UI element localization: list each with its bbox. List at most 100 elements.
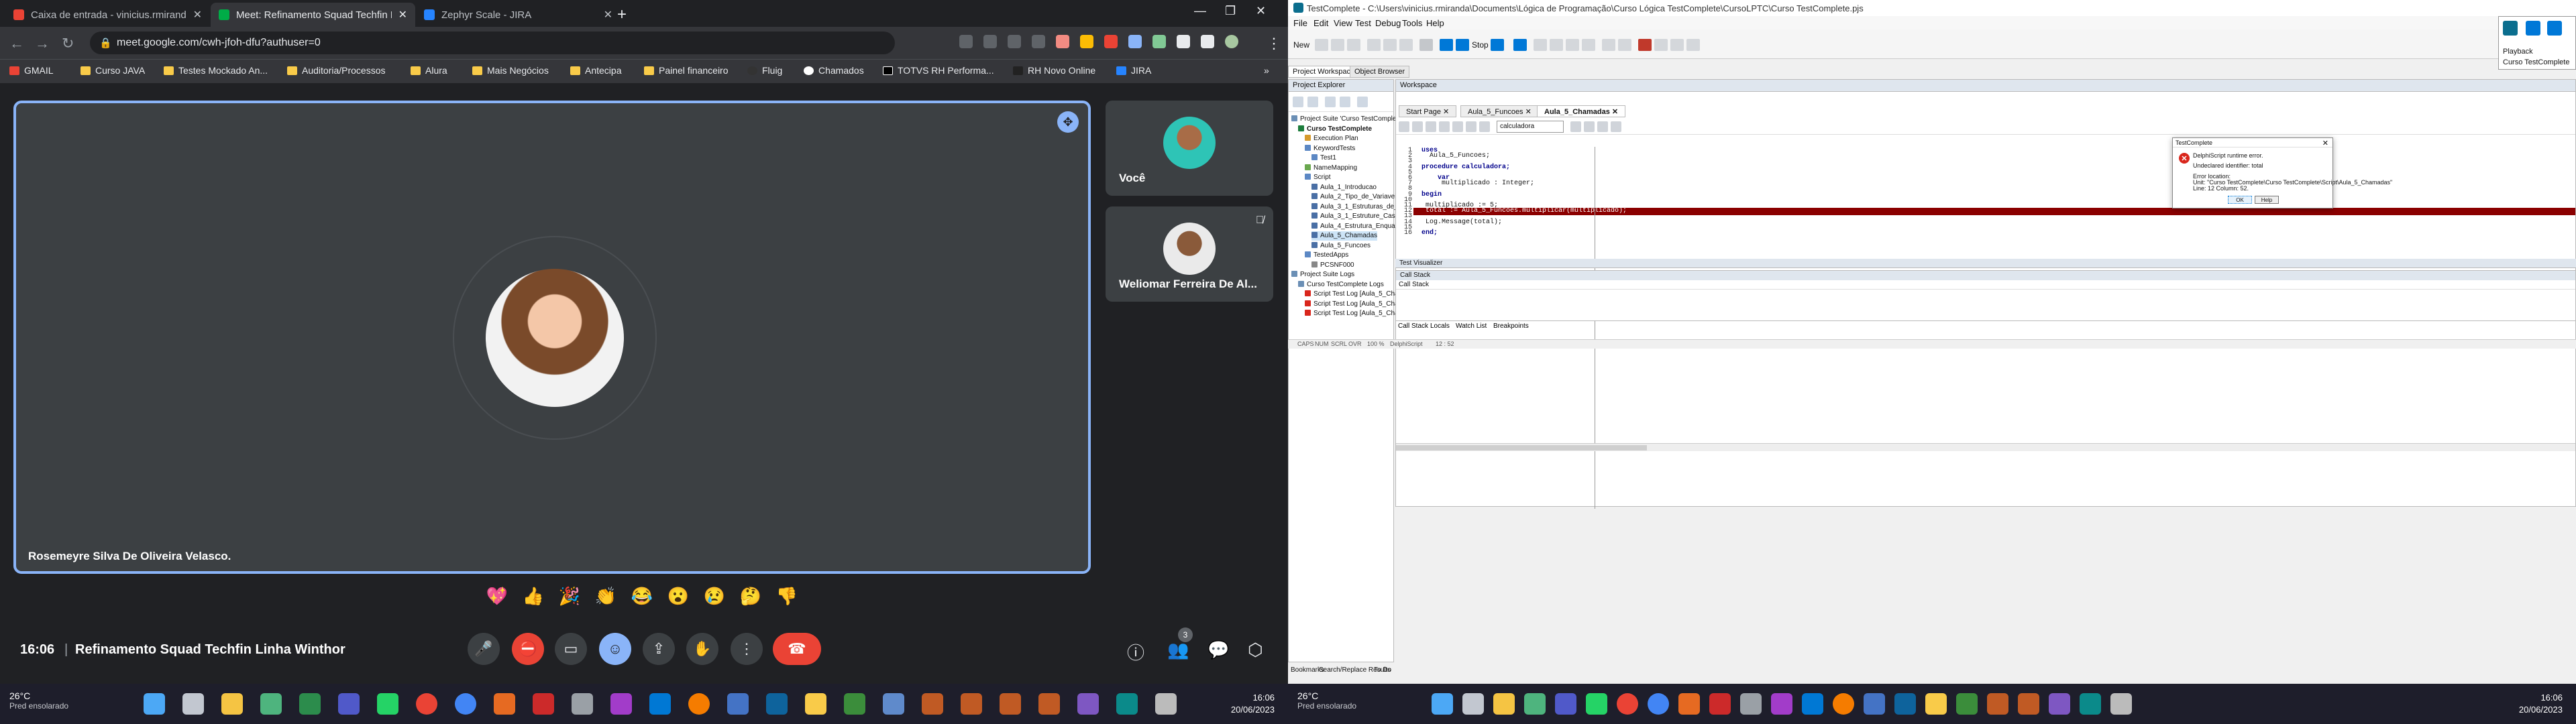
reaction-thinking-icon[interactable]: 🤔 [737,582,765,610]
app-icon[interactable] [1987,693,2008,715]
step-over-icon[interactable] [1550,39,1563,51]
whatsapp-icon[interactable] [377,693,398,715]
app-icon[interactable] [688,693,710,715]
self-video-tile[interactable]: Você [1106,101,1273,196]
tree-node[interactable]: Aula_2_Tipo_de_Variaveis [1311,192,1399,202]
stop-icon[interactable] [2547,21,2562,36]
app-icon[interactable] [883,693,904,715]
step-into-icon[interactable] [1534,39,1547,51]
main-video-tile[interactable]: ✥ Rosemeyre Silva De Oliveira Velasco. [13,101,1091,574]
extension-icon[interactable] [1128,35,1142,48]
help-button[interactable]: Help [2255,196,2279,204]
bookmark-item[interactable]: Antecipa [570,65,621,76]
tree-node[interactable]: Curso TestComplete Logs [1298,280,1384,290]
bookmark-item[interactable]: Curso JAVA [80,65,145,76]
bookmark-item[interactable]: JIRA [1116,65,1151,76]
settings-icon[interactable] [1155,693,1177,715]
testcomplete-icon[interactable] [1116,693,1138,715]
activities-icon[interactable]: ⬡ [1248,640,1263,660]
app-icon[interactable] [1956,693,1978,715]
menu-file[interactable]: File [1293,18,1307,28]
sidepanel-icon[interactable] [1201,35,1214,48]
code-line[interactable]: procedure calculadora; [1421,164,1510,171]
tab-locals[interactable]: Locals [1428,322,1452,330]
app-icon[interactable] [727,693,749,715]
more-options-button[interactable]: ⋮ [731,633,763,665]
app-icon[interactable] [299,693,321,715]
forward-icon[interactable]: → [35,35,50,52]
menu-dots-icon[interactable]: ⋮ [1267,35,1281,52]
clock[interactable]: 16:06 20/06/2023 [1231,692,1275,716]
app-icon[interactable] [1802,693,1823,715]
paste-icon[interactable] [1399,39,1413,51]
ok-button[interactable]: OK [2228,196,2252,204]
run-icon[interactable] [1440,39,1453,51]
tool-icon[interactable] [1570,121,1581,132]
bookmark-item[interactable]: Auditoria/Processos [287,65,386,76]
chrome-icon[interactable] [1617,693,1638,715]
tab-start-page[interactable]: Start Page ✕ [1399,105,1457,117]
weather-widget[interactable]: 26°C Pred ensolarado [9,690,68,711]
explorer-icon[interactable] [221,693,243,715]
tool-icon[interactable] [1686,39,1700,51]
app-icon[interactable] [805,693,826,715]
zoom-icon[interactable] [983,35,997,48]
app-icon[interactable] [1077,693,1099,715]
run-icon[interactable] [1325,97,1336,107]
tab-object-browser[interactable]: Object Browser [1350,66,1410,78]
indent-icon[interactable] [1399,121,1409,132]
whatsapp-icon[interactable] [1586,693,1607,715]
tree-node[interactable]: NameMapping [1305,164,1357,173]
reaction-sad-icon[interactable]: 😢 [700,582,729,610]
bookmark-item[interactable]: Fluig [747,65,782,76]
reaction-thumbsup-icon[interactable]: 👍 [519,582,547,610]
close-icon[interactable]: ✕ [398,8,407,21]
add-icon[interactable] [1293,97,1303,107]
indent-icon[interactable] [1582,39,1595,51]
call-stack-column-header[interactable]: Call Stack [1396,280,2575,290]
close-icon[interactable]: ✕ [193,8,202,21]
open-icon[interactable] [1315,39,1328,51]
app-icon[interactable] [182,693,204,715]
maximize-icon[interactable]: ❐ [1225,4,1236,18]
bookmark-item[interactable]: Chamados [804,65,864,76]
scroll-thumb[interactable] [1396,445,1647,450]
format-icon[interactable] [1452,121,1463,132]
bookmark-item[interactable]: Mais Negócios [472,65,549,76]
save-icon[interactable] [1331,39,1344,51]
puzzle-icon[interactable] [1177,35,1190,48]
code-line[interactable]: end; [1421,229,1438,237]
tree-node[interactable]: Script [1305,173,1331,182]
pin-icon[interactable]: ✥ [1057,111,1079,133]
menu-tools[interactable]: Tools [1402,18,1422,28]
extension-icon[interactable] [1056,35,1069,48]
pause-icon[interactable] [2526,21,2540,36]
teams-icon[interactable] [1555,693,1576,715]
bookmark-item[interactable]: Alura [411,65,447,76]
bookmark-item[interactable]: Testes Mockado An... [164,65,268,76]
save-all-icon[interactable] [1347,39,1360,51]
tree-node[interactable]: Test1 [1311,154,1336,163]
tool-icon[interactable] [1670,39,1684,51]
menu-help[interactable]: Help [1426,18,1444,28]
tab-aula5-funcoes[interactable]: Aula_5_Funcoes ✕ [1460,105,1539,117]
horizontal-scrollbar[interactable] [1396,443,2575,451]
tree-node[interactable]: KeywordTests [1305,144,1355,154]
testcomplete-icon[interactable] [2080,693,2101,715]
weather-widget[interactable]: 26°C Pred ensolarado [1297,690,1356,711]
chrome-icon[interactable] [455,693,476,715]
tab-aula5-chamadas[interactable]: Aula_5_Chamadas ✕ [1537,105,1626,117]
tree-node[interactable]: TestedApps [1305,251,1348,260]
record-icon[interactable] [1419,39,1433,51]
app-icon[interactable] [1709,693,1731,715]
tree-node[interactable]: Aula_1_Introducao [1311,183,1377,192]
code-line[interactable]: multiplicado : Integer; [1421,180,1534,187]
captions-button[interactable]: ▭ [555,633,587,665]
step-out-icon[interactable] [1566,39,1579,51]
camera-off-button[interactable]: ⛔ [512,633,544,665]
tree-node[interactable]: PCSNF000 [1311,261,1354,270]
pause-icon[interactable] [1513,39,1527,51]
tab-watch-list[interactable]: Watch List [1453,322,1489,330]
info-icon[interactable]: ⓘ [1127,640,1144,664]
app-icon[interactable] [961,693,982,715]
